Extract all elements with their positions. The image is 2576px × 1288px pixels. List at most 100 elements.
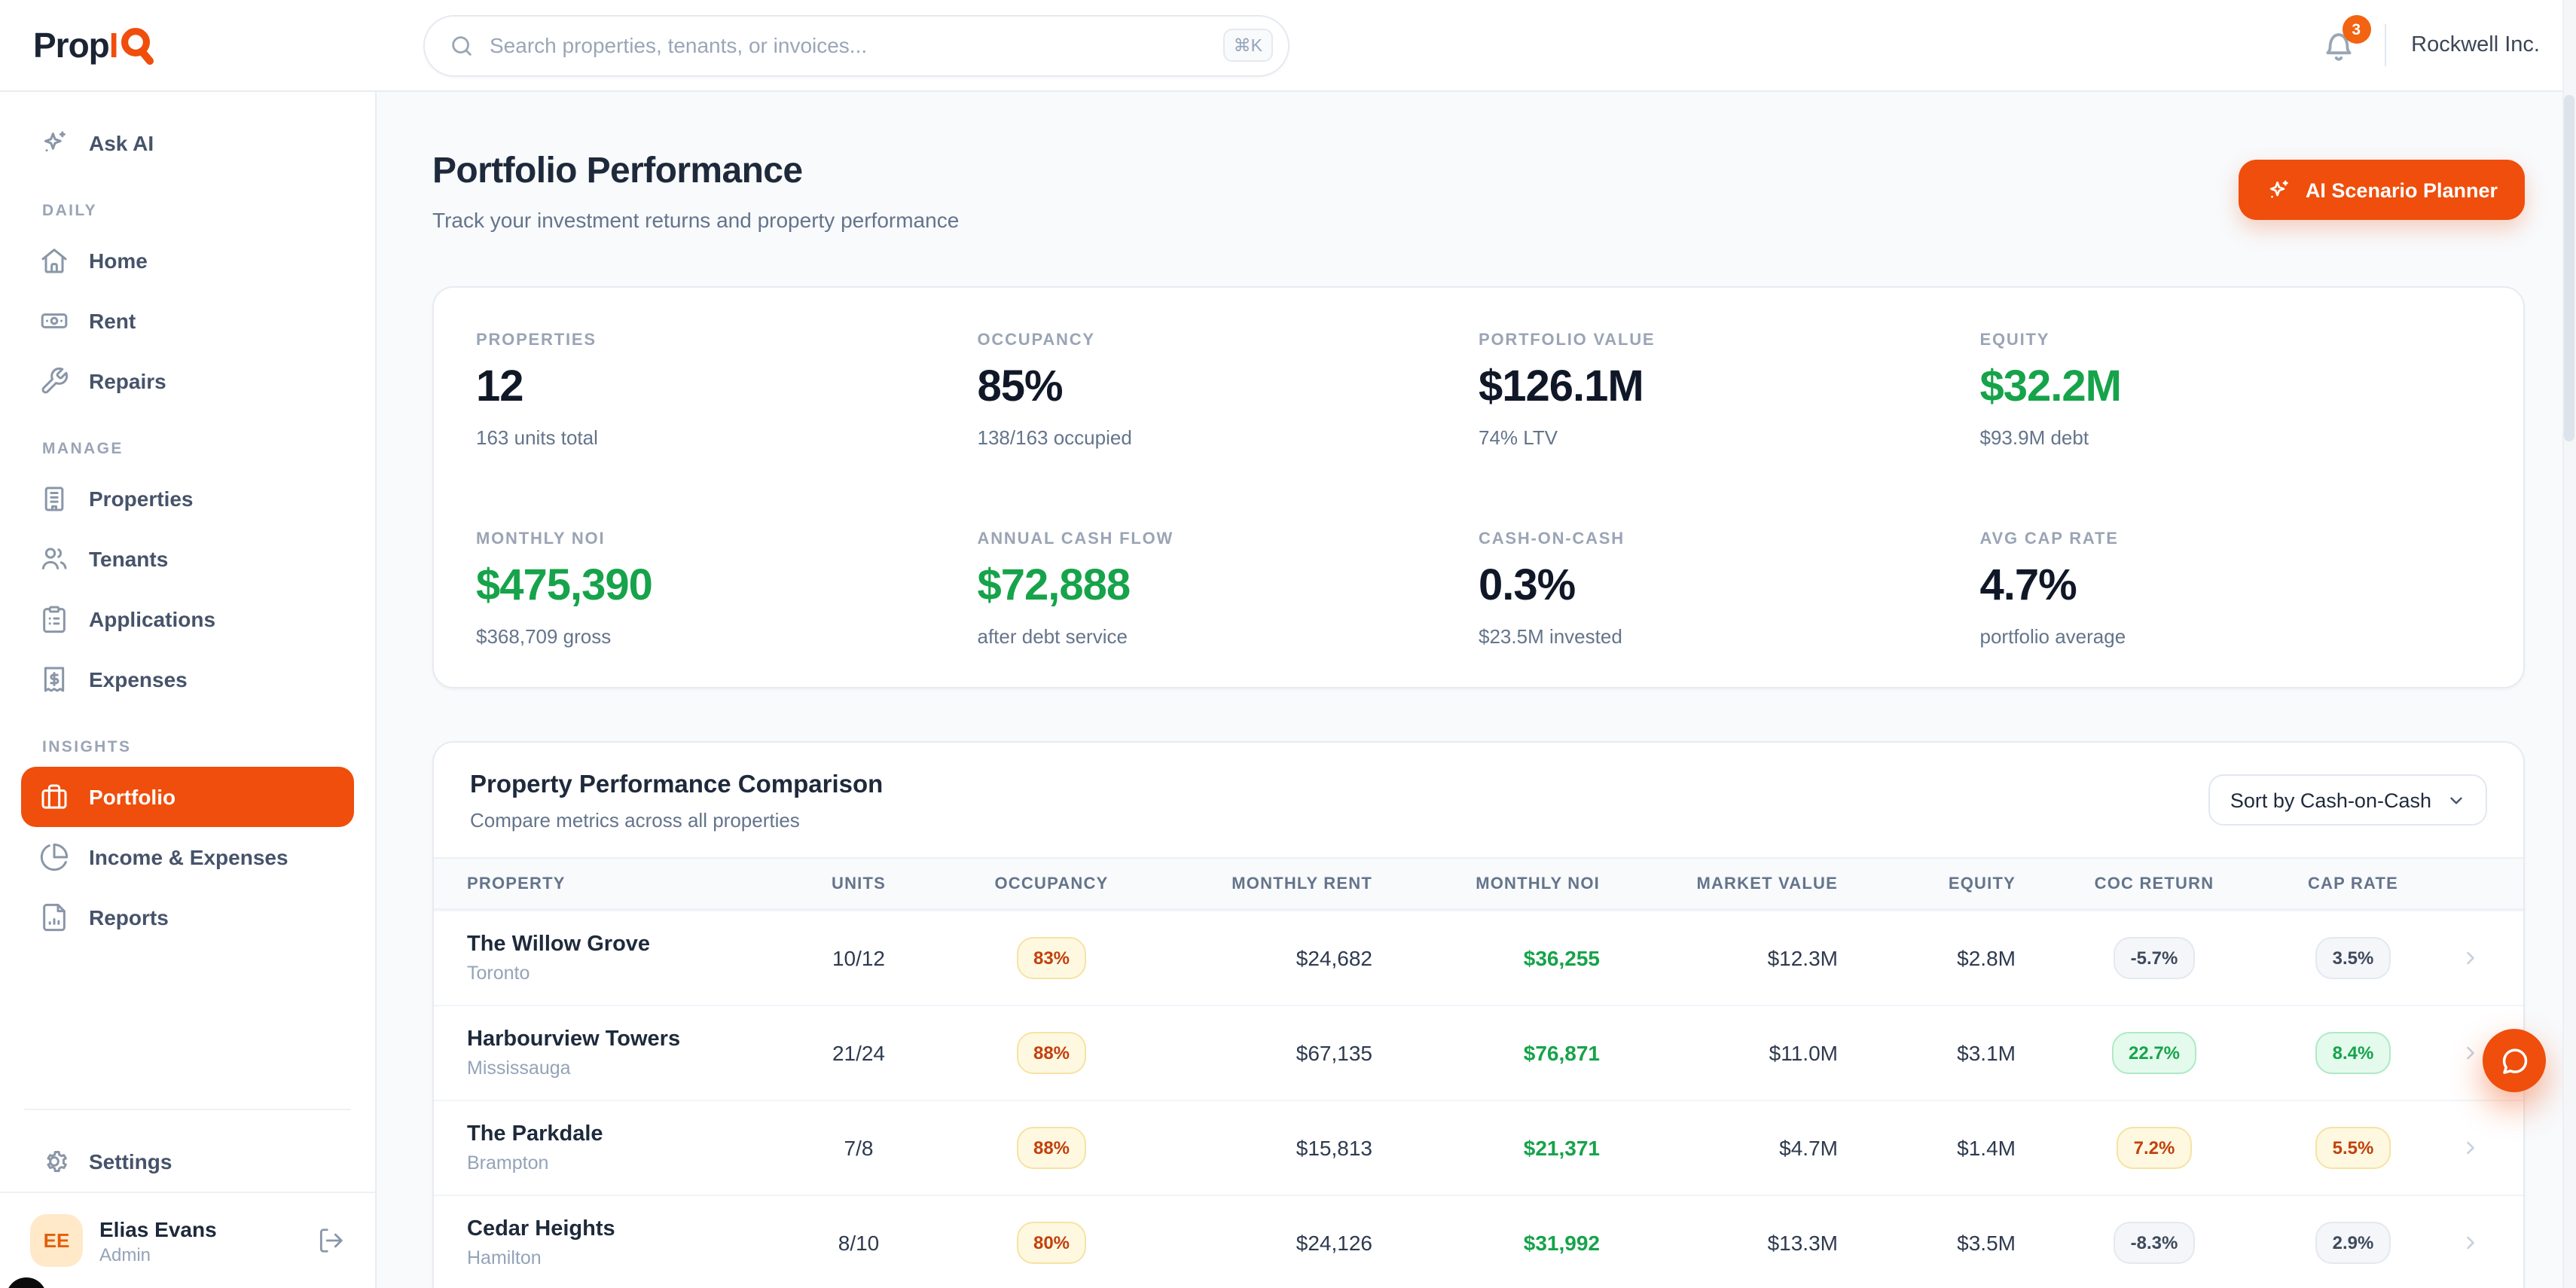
table-header-row: PROPERTY UNITS OCCUPANCY MONTHLY RENT MO… bbox=[434, 857, 2523, 910]
sidebar-item-rent[interactable]: Rent bbox=[21, 291, 354, 351]
magnifier-logo-icon bbox=[120, 27, 156, 66]
table-title: Property Performance Comparison bbox=[470, 771, 883, 800]
brand-logo[interactable]: PropI bbox=[0, 24, 377, 66]
sidebar-item-label: Settings bbox=[89, 1149, 172, 1174]
chevron-right-icon[interactable] bbox=[2413, 1232, 2525, 1253]
page-subtitle: Track your investment returns and proper… bbox=[432, 208, 959, 232]
sidebar-item-settings[interactable]: Settings bbox=[21, 1131, 354, 1192]
table-row[interactable]: The Parkdale Brampton 7/8 88% $15,813 $2… bbox=[434, 1100, 2523, 1195]
sidebar-item-applications[interactable]: Applications bbox=[21, 589, 354, 649]
wrench-icon bbox=[39, 366, 69, 396]
user-profile[interactable]: EE Elias Evans Admin bbox=[0, 1192, 375, 1288]
logout-button[interactable] bbox=[316, 1226, 345, 1255]
chat-bubble-icon bbox=[2498, 1045, 2530, 1076]
sidebar-item-label: Reports bbox=[89, 905, 169, 929]
company-name[interactable]: Rockwell Inc. bbox=[2411, 33, 2540, 57]
main-content: Portfolio Performance Track your investm… bbox=[377, 92, 2576, 1288]
sidebar-item-expenses[interactable]: Expenses bbox=[21, 649, 354, 710]
topbar-divider bbox=[2384, 24, 2385, 66]
app-viewport: PropI ⌘K 3 Rockwell Inc. Ask AI DAILY bbox=[0, 0, 2576, 1288]
sidebar-item-reports[interactable]: Reports bbox=[21, 887, 354, 948]
property-name: Harbourview Towers bbox=[467, 1027, 750, 1051]
ai-scenario-planner-button[interactable]: AI Scenario Planner bbox=[2239, 160, 2525, 220]
search-shortcut-badge: ⌘K bbox=[1223, 29, 1273, 62]
sparkles-icon bbox=[2266, 177, 2292, 203]
users-icon bbox=[39, 544, 69, 574]
occupancy-pill: 83% bbox=[1017, 937, 1086, 979]
sidebar-item-properties[interactable]: Properties bbox=[21, 469, 354, 529]
property-name: The Willow Grove bbox=[467, 932, 750, 957]
sidebar-item-label: Expenses bbox=[89, 667, 188, 691]
property-city: Toronto bbox=[467, 963, 750, 984]
topbar-right: 3 Rockwell Inc. bbox=[2319, 24, 2576, 66]
search-icon bbox=[449, 32, 475, 58]
banknote-icon bbox=[39, 306, 69, 336]
sidebar: Ask AI DAILY Home Rent Repairs MANAGE Pr… bbox=[0, 92, 377, 1288]
coc-return-pill: -5.7% bbox=[2114, 937, 2195, 979]
sort-dropdown[interactable]: Sort by Cash-on-Cash bbox=[2209, 774, 2487, 826]
table-row[interactable]: Cedar Heights Hamilton 8/10 80% $24,126 … bbox=[434, 1195, 2523, 1288]
sidebar-item-home[interactable]: Home bbox=[21, 230, 354, 291]
briefcase-icon bbox=[39, 782, 69, 812]
clipboard-icon bbox=[39, 604, 69, 634]
sidebar-item-label: Repairs bbox=[89, 369, 166, 393]
sidebar-item-label: Portfolio bbox=[89, 785, 175, 809]
file-chart-icon bbox=[39, 902, 69, 932]
chevron-right-icon[interactable] bbox=[2413, 1137, 2525, 1158]
sidebar-item-ask-ai[interactable]: Ask AI bbox=[21, 113, 354, 173]
notification-count-badge: 3 bbox=[2342, 15, 2370, 44]
sidebar-item-label: Applications bbox=[89, 607, 215, 631]
cap-rate-pill: 2.9% bbox=[2316, 1222, 2391, 1264]
stat-portfolio-value: PORTFOLIO VALUE $126.1M 74% LTV bbox=[1479, 331, 1980, 449]
table-row[interactable]: Harbourview Towers Mississauga 21/24 88%… bbox=[434, 1005, 2523, 1100]
coc-return-pill: 7.2% bbox=[2117, 1127, 2192, 1169]
gear-icon bbox=[39, 1146, 69, 1177]
logout-icon bbox=[316, 1226, 345, 1255]
sidebar-item-label: Ask AI bbox=[89, 131, 154, 155]
chevron-down-icon bbox=[2446, 790, 2466, 810]
occupancy-pill: 88% bbox=[1017, 1127, 1086, 1169]
chat-fab-button[interactable] bbox=[2483, 1029, 2546, 1092]
sidebar-section-daily: DAILY bbox=[42, 202, 354, 220]
user-role: Admin bbox=[99, 1244, 217, 1265]
scrollbar-thumb[interactable] bbox=[2564, 95, 2574, 441]
property-city: Brampton bbox=[467, 1152, 750, 1174]
property-comparison-card: Property Performance Comparison Compare … bbox=[432, 741, 2525, 1288]
coc-return-pill: -8.3% bbox=[2114, 1222, 2195, 1264]
building-icon bbox=[39, 484, 69, 514]
cap-rate-pill: 8.4% bbox=[2316, 1032, 2391, 1074]
property-name: The Parkdale bbox=[467, 1122, 750, 1146]
stat-properties: PROPERTIES 12 163 units total bbox=[476, 331, 978, 449]
sidebar-item-repairs[interactable]: Repairs bbox=[21, 351, 354, 411]
cap-rate-pill: 3.5% bbox=[2316, 937, 2391, 979]
avatar: EE bbox=[30, 1214, 83, 1267]
sidebar-item-portfolio[interactable]: Portfolio bbox=[21, 767, 354, 827]
property-city: Hamilton bbox=[467, 1247, 750, 1268]
table-row[interactable]: The Willow Grove Toronto 10/12 83% $24,6… bbox=[434, 910, 2523, 1005]
property-city: Mississauga bbox=[467, 1058, 750, 1079]
sidebar-section-insights: INSIGHTS bbox=[42, 738, 354, 756]
logo-text-accent: I bbox=[109, 25, 118, 66]
portfolio-stats-card: PROPERTIES 12 163 units total OCCUPANCY … bbox=[432, 286, 2525, 688]
stat-monthly-noi: MONTHLY NOI $475,390 $368,709 gross bbox=[476, 530, 978, 648]
page-title: Portfolio Performance bbox=[432, 151, 959, 193]
sidebar-section-manage: MANAGE bbox=[42, 440, 354, 458]
sidebar-item-label: Rent bbox=[89, 309, 136, 333]
house-icon bbox=[39, 246, 69, 276]
vertical-scrollbar[interactable] bbox=[2562, 0, 2576, 1288]
global-search[interactable]: ⌘K bbox=[423, 14, 1290, 76]
search-input[interactable] bbox=[490, 33, 1223, 57]
occupancy-pill: 88% bbox=[1017, 1032, 1086, 1074]
stat-cash-on-cash: CASH-ON-CASH 0.3% $23.5M invested bbox=[1479, 530, 1980, 648]
stat-annual-cash-flow: ANNUAL CASH FLOW $72,888 after debt serv… bbox=[978, 530, 1479, 648]
receipt-icon bbox=[39, 664, 69, 694]
sidebar-item-label: Income & Expenses bbox=[89, 845, 288, 869]
pie-chart-icon bbox=[39, 842, 69, 872]
notifications-button[interactable]: 3 bbox=[2319, 26, 2358, 65]
chevron-right-icon[interactable] bbox=[2413, 948, 2525, 969]
sidebar-item-tenants[interactable]: Tenants bbox=[21, 529, 354, 589]
sidebar-item-income-expenses[interactable]: Income & Expenses bbox=[21, 827, 354, 887]
logo-text-primary: Prop bbox=[33, 25, 109, 66]
stat-occupancy: OCCUPANCY 85% 138/163 occupied bbox=[978, 331, 1479, 449]
stat-equity: EQUITY $32.2M $93.9M debt bbox=[1980, 331, 2482, 449]
